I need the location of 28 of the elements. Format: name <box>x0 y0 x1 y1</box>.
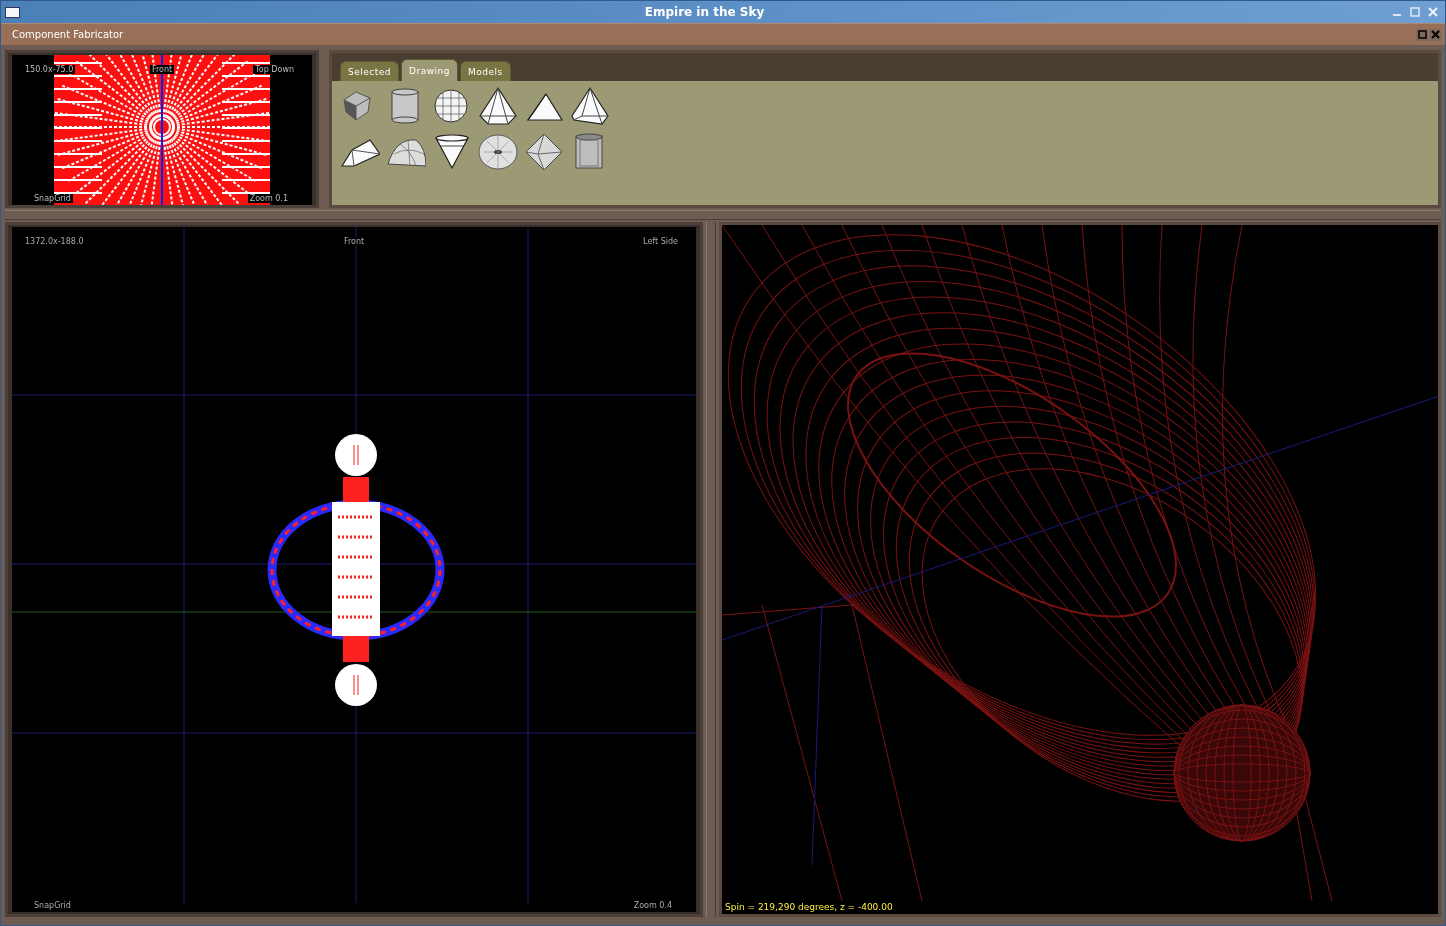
perspective-viewport[interactable]: Spin = 219,290 degrees, z = -400.00 <box>719 222 1441 917</box>
view-mode-label: Top Down <box>253 65 296 74</box>
viewport-panel[interactable]: 150.0x-75.0 Front Top Down SnapGrid Zoom 0.1 <box>5 50 319 208</box>
coordinates-label: 1372.0x-188.0 <box>23 237 86 246</box>
subwindow-title: Component Fabricator <box>12 29 125 40</box>
snap-label: SnapGrid <box>32 194 73 203</box>
zoom-label: Zoom 0.1 <box>247 194 290 203</box>
tab[interactable]: Selected <box>340 61 399 81</box>
close-button[interactable] <box>1429 28 1441 41</box>
torus-icon[interactable] <box>478 132 518 172</box>
square-pyramid-icon[interactable] <box>570 86 610 126</box>
viewport-panel[interactable]: 1372.0x-188.0 Front Left Side SnapGrid Zoom 0.4 <box>5 222 703 917</box>
view-label: Front <box>149 65 175 74</box>
splitter-handle[interactable] <box>706 222 716 917</box>
coordinates-label: 150.0x-75.0 <box>23 65 76 74</box>
window-icon <box>5 6 20 18</box>
maximize-icon <box>1410 7 1420 17</box>
zoom-label: Zoom 0.4 <box>631 901 674 910</box>
minimize-icon <box>1393 14 1401 16</box>
snap-label: SnapGrid <box>32 901 73 910</box>
view-mode-label: Left Side <box>641 237 680 246</box>
status-text: Spin = 219,290 degrees, z = -400.00 <box>725 902 893 912</box>
hex-pyramid-icon[interactable] <box>478 86 518 126</box>
octahedron-icon[interactable] <box>524 132 564 172</box>
restore-button[interactable] <box>1416 28 1428 41</box>
window-title: Empire in the Sky <box>643 5 766 19</box>
view-label: Front <box>341 237 367 246</box>
tab[interactable]: Models <box>459 61 511 81</box>
